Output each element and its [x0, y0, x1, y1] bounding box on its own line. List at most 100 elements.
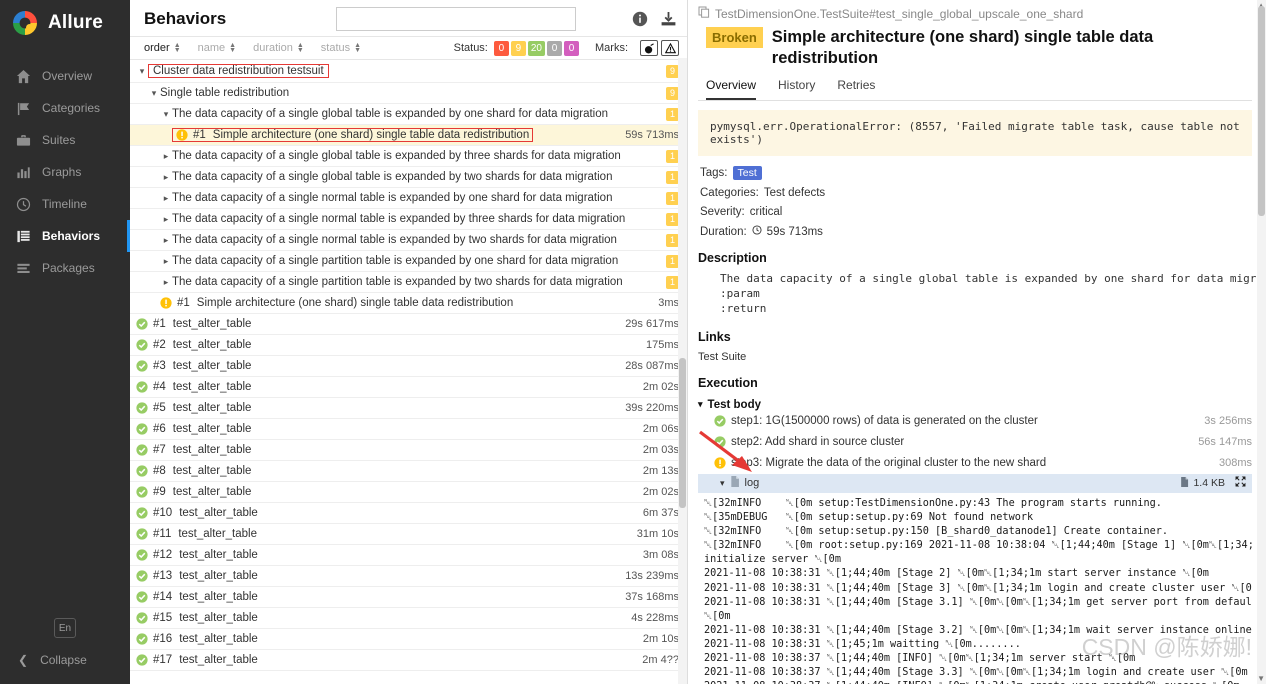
tree-group-row[interactable]: ▸ The data capacity of a single global ta… — [130, 167, 687, 188]
sidebar-item-graphs[interactable]: Graphs — [0, 156, 130, 188]
tree-test-row[interactable]: #1 Simple architecture (one shard) single… — [130, 293, 687, 314]
chevron-down-icon[interactable]: ▾ — [136, 66, 148, 77]
tree-test-row[interactable]: #9 test_alter_table 2m 02s — [130, 482, 687, 503]
chevron-right-icon[interactable]: ▸ — [160, 277, 172, 288]
tree-test-row[interactable]: #15 test_alter_table 4s 228ms — [130, 608, 687, 629]
sidebar-item-suites[interactable]: Suites — [0, 124, 130, 156]
passed-icon — [136, 612, 148, 624]
flaky-bomb-icon[interactable] — [640, 40, 658, 56]
tree-test-row[interactable]: #3 test_alter_table 28s 087ms — [130, 356, 687, 377]
test-number: #16 — [153, 633, 173, 645]
step-row[interactable]: step1: 1G(1500000 rows) of data is gener… — [698, 411, 1252, 432]
tree-test-row[interactable]: #13 test_alter_table 13s 239ms — [130, 566, 687, 587]
tab-overview[interactable]: Overview — [706, 78, 757, 101]
row-duration: 13s 239ms — [625, 570, 679, 582]
tree-test-row[interactable]: #17 test_alter_table 2m 4?? — [130, 650, 687, 671]
tree-test-row[interactable]: #10 test_alter_table 6m 37s — [130, 503, 687, 524]
chevron-right-icon[interactable]: ▸ — [160, 172, 172, 183]
test-number: #10 — [153, 507, 173, 519]
scroll-down-icon[interactable]: ▼ — [1257, 674, 1265, 683]
right-scrollbar-thumb[interactable] — [1258, 6, 1265, 216]
chevron-right-icon[interactable]: ▸ — [160, 235, 172, 246]
sidebar-item-behaviors[interactable]: Behaviors — [0, 220, 130, 252]
tree-test-row[interactable]: #11 test_alter_table 31m 10s — [130, 524, 687, 545]
sort-by-name[interactable]: name ▲ ▼ — [198, 42, 236, 54]
search-input[interactable] — [336, 7, 577, 31]
tree-test-row[interactable]: #1 Simple architecture (one shard) single… — [130, 125, 687, 146]
tree-test-row[interactable]: #7 test_alter_table 2m 03s — [130, 440, 687, 461]
sidebar-item-categories[interactable]: Categories — [0, 92, 130, 124]
page-title: Behaviors — [144, 9, 227, 28]
fullscreen-icon[interactable] — [1235, 476, 1246, 490]
tag-badge[interactable]: Test — [732, 166, 762, 181]
download-icon[interactable] — [660, 11, 677, 28]
right-scrollbar[interactable]: ▲ ▼ — [1257, 0, 1266, 684]
chevron-down-icon[interactable]: ▾ — [160, 109, 172, 120]
sort-by-duration[interactable]: duration ▲ ▼ — [253, 42, 304, 54]
step-row[interactable]: step2: Add shard in source cluster 56s 14… — [698, 432, 1252, 453]
passed-icon — [136, 591, 148, 603]
tree-test-row[interactable]: #5 test_alter_table 39s 220ms — [130, 398, 687, 419]
row-duration: 2m 06s — [642, 423, 679, 435]
link-test-suite[interactable]: Test Suite — [698, 351, 1252, 363]
sidebar-item-packages[interactable]: Packages — [0, 252, 130, 284]
tree-test-row[interactable]: #4 test_alter_table 2m 02s — [130, 377, 687, 398]
tree-group-row[interactable]: ▸ The data capacity of a single normal ta… — [130, 188, 687, 209]
chevron-right-icon[interactable]: ▸ — [160, 151, 172, 162]
sidebar-item-label: Suites — [42, 133, 76, 147]
allure-logo-icon — [12, 10, 38, 36]
console-log[interactable]: ␀[32mINFO ␀[0m setup:TestDimensionOne.py… — [698, 492, 1252, 684]
test-body-toggle[interactable]: ▾ Test body — [698, 399, 1252, 411]
tree-test-row[interactable]: #14 test_alter_table 37s 168ms — [130, 587, 687, 608]
status-filter-badge[interactable]: 0 — [564, 40, 579, 56]
tree-test-row[interactable]: #8 test_alter_table 2m 13s — [130, 461, 687, 482]
chevron-down-icon[interactable]: ▾ — [148, 88, 160, 99]
row-duration: 3ms — [658, 297, 679, 309]
tree-test-row[interactable]: #1 test_alter_table 29s 617ms — [130, 314, 687, 335]
chevron-right-icon[interactable]: ▸ — [160, 256, 172, 267]
chevron-right-icon[interactable]: ▸ — [160, 214, 172, 225]
status-filter-badge[interactable]: 9 — [510, 40, 526, 56]
tree-group-row[interactable]: ▾ The data capacity of a single global ta… — [130, 104, 687, 125]
attachment-log-header[interactable]: ▾ log 1.4 KB — [698, 473, 1252, 493]
test-number: #13 — [153, 570, 173, 582]
retry-warning-icon[interactable] — [661, 40, 679, 56]
step-label: step1: 1G(1500000 rows) of data is gener… — [731, 415, 1038, 428]
language-toggle[interactable]: En — [54, 618, 76, 638]
tree-test-row[interactable]: #16 test_alter_table 2m 10s — [130, 629, 687, 650]
tree-group-row[interactable]: ▸ The data capacity of a single normal ta… — [130, 209, 687, 230]
chevron-right-icon[interactable]: ▸ — [160, 193, 172, 204]
behaviors-pane: Behaviors order ▲ ▼ name ▲ ▼ duration ▲ … — [130, 0, 688, 684]
behaviors-header: Behaviors — [130, 2, 687, 36]
tree-test-row[interactable]: #2 test_alter_table 175ms — [130, 335, 687, 356]
tab-history[interactable]: History — [778, 78, 815, 100]
copy-icon[interactable] — [698, 6, 710, 21]
sidebar-item-overview[interactable]: Overview — [0, 60, 130, 92]
brand[interactable]: Allure — [0, 0, 130, 46]
sort-by-status[interactable]: status ▲ ▼ — [321, 42, 361, 54]
sidebar-footer: En ❮ Collapse — [0, 618, 130, 684]
sidebar-item-timeline[interactable]: Timeline — [0, 188, 130, 220]
behaviors-tree[interactable]: ▾ Cluster data redistribution testsuit 9 ▾ S… — [130, 60, 687, 684]
search-field[interactable] — [337, 8, 576, 30]
step-row[interactable]: step3: Migrate the data of the original … — [698, 453, 1252, 474]
left-scrollbar[interactable] — [678, 58, 687, 684]
info-icon[interactable] — [632, 11, 648, 27]
row-label: Simple architecture (one shard) single t… — [212, 129, 530, 141]
status-filter-badge[interactable]: 0 — [547, 40, 562, 56]
status-filter-badge[interactable]: 20 — [527, 40, 545, 56]
tree-group-row[interactable]: ▸ The data capacity of a single partition… — [130, 251, 687, 272]
tree-group-row[interactable]: ▾ Single table redistribution 9 — [130, 83, 687, 104]
tree-group-row[interactable]: ▾ Cluster data redistribution testsuit 9 — [130, 60, 687, 83]
tree-group-row[interactable]: ▸ The data capacity of a single partition… — [130, 272, 687, 293]
tree-group-row[interactable]: ▸ The data capacity of a single normal ta… — [130, 230, 687, 251]
collapse-sidebar-button[interactable]: ❮ Collapse — [0, 650, 130, 670]
row-label: test_alter_table — [179, 612, 258, 624]
tree-test-row[interactable]: #12 test_alter_table 3m 08s — [130, 545, 687, 566]
tree-test-row[interactable]: #6 test_alter_table 2m 06s — [130, 419, 687, 440]
status-filter-badge[interactable]: 0 — [493, 40, 509, 56]
tree-group-row[interactable]: ▸ The data capacity of a single global ta… — [130, 146, 687, 167]
tab-retries[interactable]: Retries — [837, 78, 875, 100]
sort-by-order[interactable]: order ▲ ▼ — [144, 42, 181, 54]
left-scrollbar-thumb[interactable] — [679, 358, 686, 508]
